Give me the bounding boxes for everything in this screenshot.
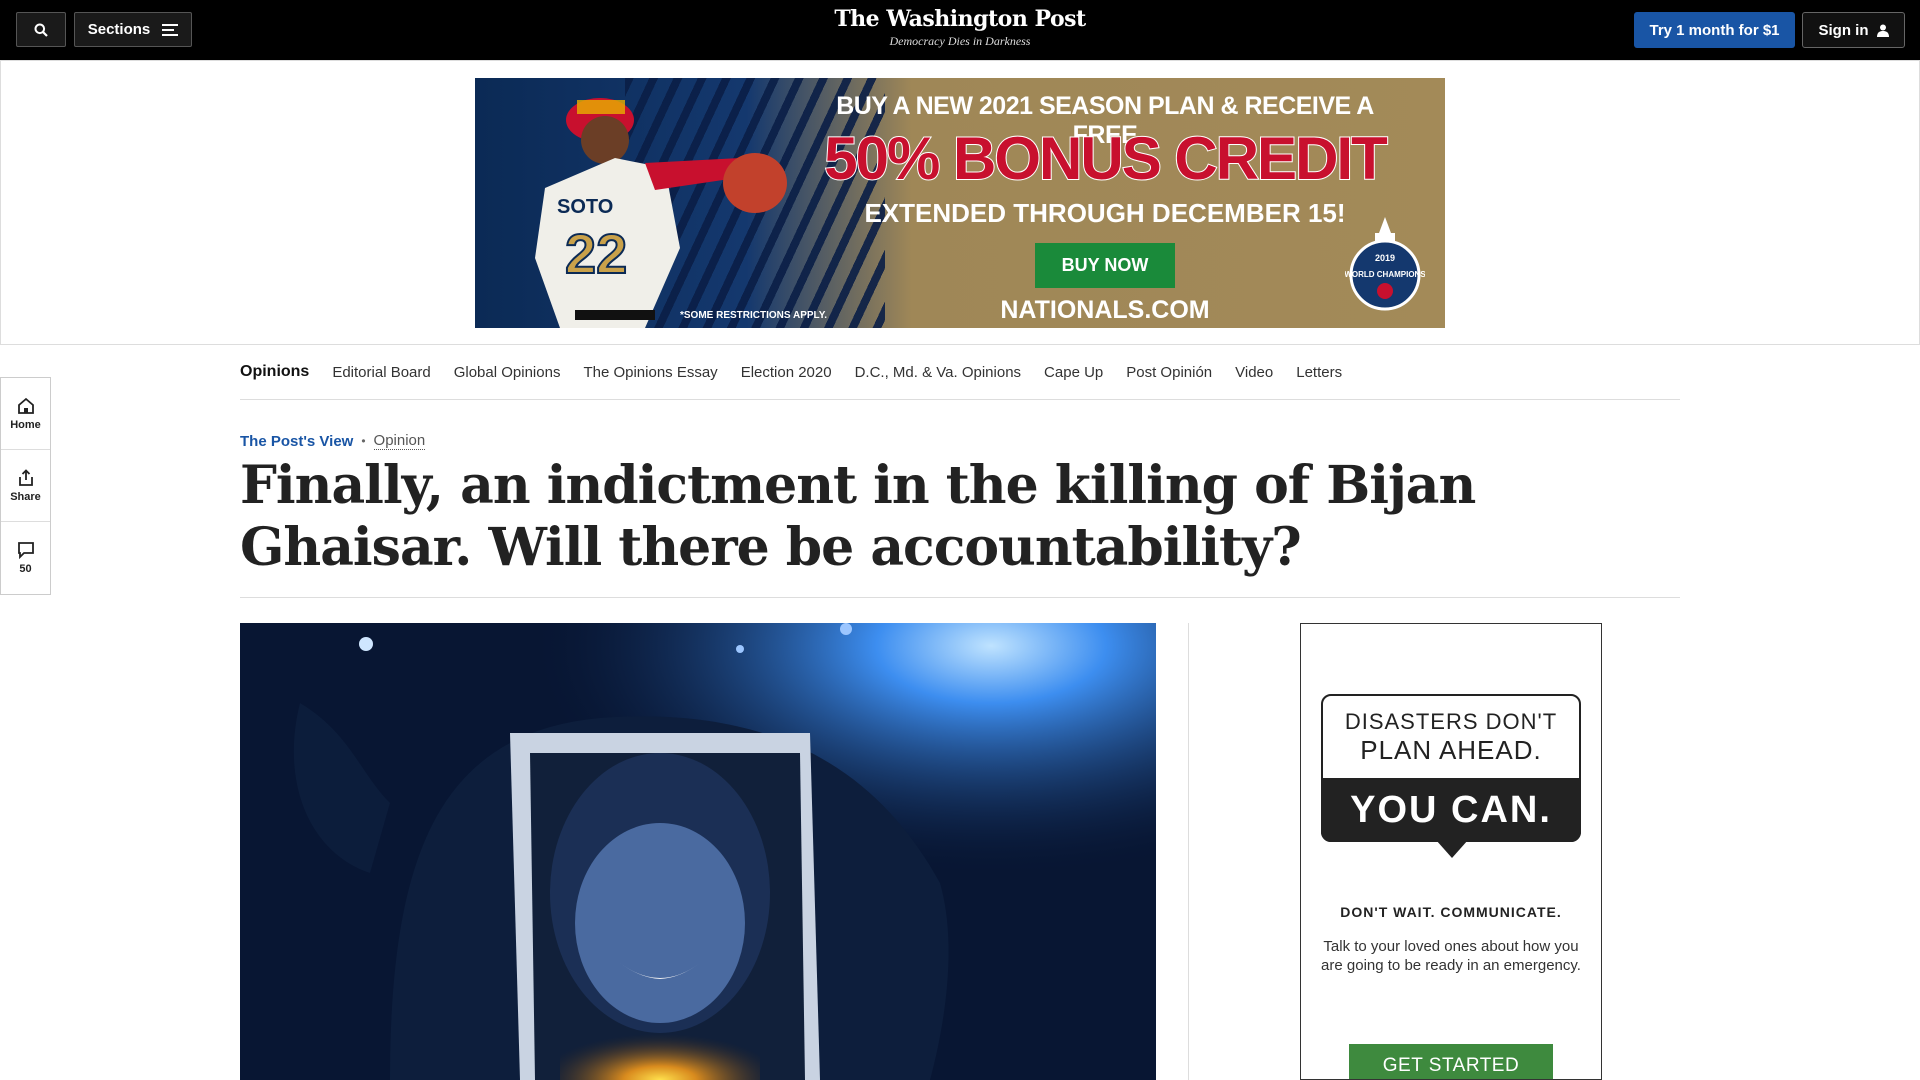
sections-button[interactable]: Sections <box>74 12 192 47</box>
search-icon <box>34 23 48 37</box>
home-icon <box>17 397 34 414</box>
svg-text:22: 22 <box>565 222 627 285</box>
svg-text:SOTO: SOTO <box>557 196 613 218</box>
site-logo[interactable]: The Washington Post Democracy Dies in Da… <box>760 6 1160 49</box>
baseball-player-image: 22 SOTO <box>535 98 787 328</box>
nav-item-election-2020[interactable]: Election 2020 <box>741 364 832 381</box>
left-share-rail: Home Share 50 <box>0 377 51 595</box>
opinions-section-nav: Opinions Editorial Board Global Opinions… <box>240 345 1680 400</box>
article-kicker: The Post's View • Opinion <box>240 432 426 450</box>
nav-item-cape-up[interactable]: Cape Up <box>1044 364 1103 381</box>
side-ad-get-started-button[interactable]: GET STARTED <box>1349 1044 1553 1079</box>
sign-in-button[interactable]: Sign in <box>1802 12 1905 48</box>
headline-divider <box>240 597 1680 598</box>
article-headline: Finally, an indictment in the killing of… <box>240 455 1476 578</box>
badge-text: WORLD CHAMPIONS <box>1345 270 1425 279</box>
world-champions-badge-icon: 2019 WORLD CHAMPIONS <box>1345 217 1425 311</box>
user-icon <box>1876 24 1889 37</box>
nationals-banner-ad[interactable]: 22 SOTO BUY A NEW 2021 SEASON PLAN & REC… <box>475 78 1445 328</box>
comment-icon <box>17 542 34 559</box>
nav-item-video[interactable]: Video <box>1235 364 1273 381</box>
home-label: Home <box>10 418 41 431</box>
bubble-tail <box>1436 840 1468 858</box>
comments-button[interactable]: 50 <box>1 522 50 594</box>
kicker-blog-link[interactable]: The Post's View <box>240 433 353 450</box>
kicker-opinion-label[interactable]: Opinion <box>373 432 426 450</box>
ad-buy-now-button[interactable]: BUY NOW <box>1035 243 1175 288</box>
menu-icon <box>162 23 179 36</box>
nav-item-editorial-board[interactable]: Editorial Board <box>332 364 430 381</box>
nav-item-opinions[interactable]: Opinions <box>240 363 309 381</box>
side-ad-line1: DISASTERS DON'T <box>1344 708 1558 734</box>
column-divider <box>1188 623 1189 1080</box>
logo-tagline: Democracy Dies in Darkness <box>889 34 1031 48</box>
nav-item-dc-md-va[interactable]: D.C., Md. & Va. Opinions <box>855 364 1021 381</box>
badge-year: 2019 <box>1375 253 1395 263</box>
comments-count: 50 <box>19 563 32 575</box>
sections-label: Sections <box>87 21 151 38</box>
top-bar: Sections The Washington Post Democracy D… <box>0 0 1920 60</box>
ad-speech-bubble: DISASTERS DON'T PLAN AHEAD. YOU CAN. <box>1321 694 1581 858</box>
home-button[interactable]: Home <box>1 378 50 450</box>
vigil-photo-image <box>240 623 1156 1080</box>
nav-item-opinions-essay[interactable]: The Opinions Essay <box>583 364 717 381</box>
side-ad-line3: YOU CAN. <box>1321 778 1581 842</box>
ad-extended: EXTENDED THROUGH DECEMBER 15! <box>864 198 1346 228</box>
ad-bonus-credit: 50% BONUS CREDIT <box>823 124 1388 193</box>
subscribe-button[interactable]: Try 1 month for $1 <box>1634 12 1795 48</box>
sign-in-label: Sign in <box>1818 21 1869 39</box>
side-ad-line2: PLAN AHEAD. <box>1360 734 1542 765</box>
nav-item-post-opinion[interactable]: Post Opinión <box>1126 364 1212 381</box>
nav-item-global-opinions[interactable]: Global Opinions <box>454 364 561 381</box>
share-button[interactable]: Share <box>1 450 50 522</box>
kicker-separator: • <box>361 434 366 448</box>
side-ad-dont-wait: DON'T WAIT. COMMUNICATE. <box>1340 904 1562 920</box>
article-lead-photo[interactable] <box>240 623 1156 1080</box>
logo-name: The Washington Post <box>834 6 1086 32</box>
ad-site-url: NATIONALS.COM <box>1000 296 1210 324</box>
ready-gov-side-ad[interactable]: DISASTERS DON'T PLAN AHEAD. YOU CAN. DON… <box>1300 623 1602 1080</box>
nav-item-letters[interactable]: Letters <box>1296 364 1342 381</box>
share-icon <box>18 468 33 486</box>
search-button[interactable] <box>16 12 66 47</box>
share-label: Share <box>10 490 41 503</box>
side-ad-body: Talk to your loved ones about how you ar… <box>1321 938 1581 974</box>
